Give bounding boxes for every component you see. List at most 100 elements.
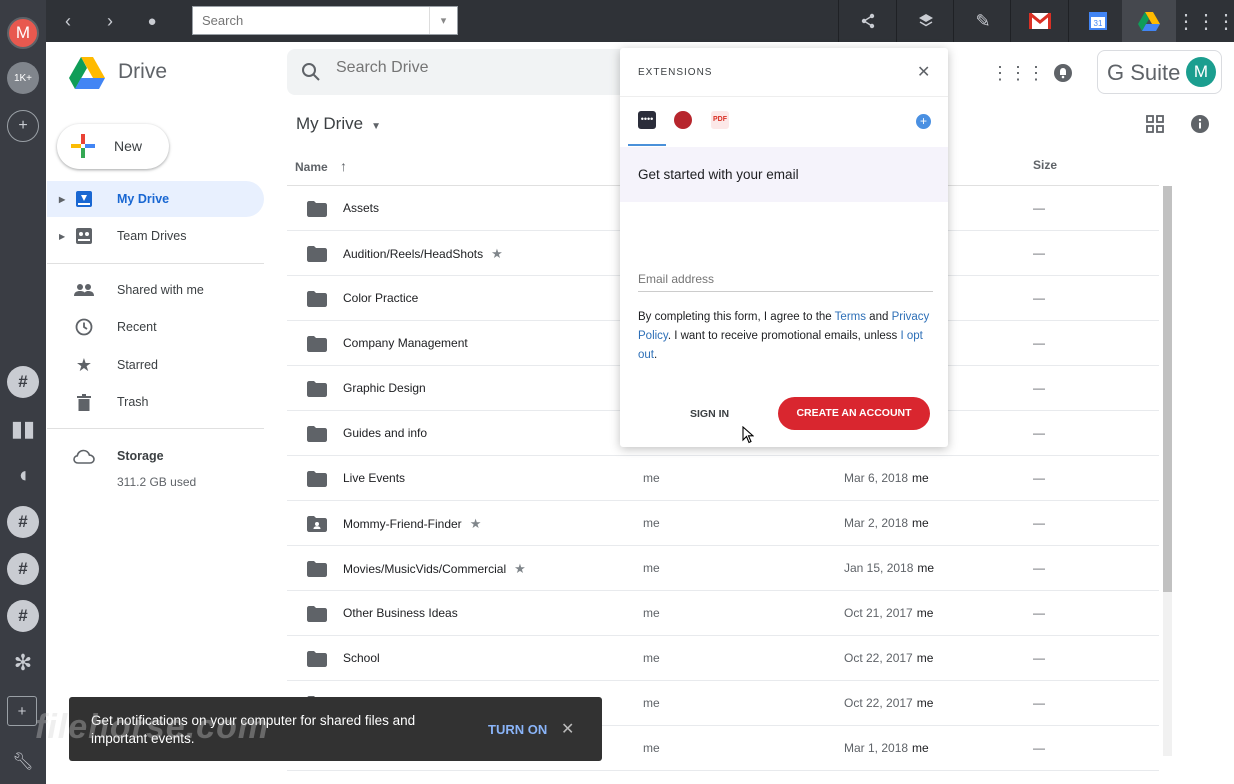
table-row[interactable]: Live Events me Mar 6, 2018 me —: [287, 456, 1159, 501]
sign-in-button[interactable]: SIGN IN: [690, 408, 729, 420]
calendar-icon[interactable]: 31: [1078, 0, 1118, 42]
caret-right-icon[interactable]: ▶: [59, 195, 65, 204]
last-modified: Mar 2, 2018 me: [844, 516, 929, 530]
gsuite-account[interactable]: G Suite M: [1097, 50, 1222, 94]
browser-search[interactable]: ▾: [192, 6, 458, 35]
my-drive-icon: [73, 188, 95, 210]
file-name[interactable]: Guides and info: [343, 426, 427, 440]
sidebar-item-starred[interactable]: ★ Starred: [47, 347, 264, 383]
file-name[interactable]: Color Practice: [343, 291, 418, 305]
apps-grid-icon[interactable]: ⋮⋮⋮: [991, 62, 1045, 84]
extension-tab-mail[interactable]: ••••: [638, 111, 656, 129]
app-dock: M 1K+ + # ▮▮ ◖ # # # ✻ + 🔧︎: [0, 0, 46, 784]
table-row[interactable]: Mommy-Friend-Finder ★ me Mar 2, 2018 me —: [287, 501, 1159, 546]
extension-tab-pdf[interactable]: PDF: [711, 111, 729, 129]
drive-app-icon[interactable]: [1122, 0, 1176, 42]
file-name[interactable]: Mommy-Friend-Finder ★: [343, 516, 481, 532]
sidebar-item-label: Team Drives: [117, 229, 187, 243]
terms-link[interactable]: Terms: [835, 311, 866, 323]
file-name[interactable]: Audition/Reels/HeadShots ★: [343, 246, 503, 262]
file-name[interactable]: Movies/MusicVids/Commercial ★: [343, 561, 526, 577]
sidebar-item-label: Storage: [117, 449, 164, 463]
account-avatar[interactable]: M: [7, 17, 39, 49]
divider: [47, 428, 264, 429]
cloud-icon: [73, 445, 95, 467]
sidebar-item-team-drives[interactable]: ▶ Team Drives: [47, 218, 264, 254]
notifications-icon[interactable]: [1052, 62, 1074, 84]
sidebar-item-label: Starred: [117, 358, 158, 372]
add-extension-icon[interactable]: +: [916, 114, 931, 129]
storage-used: 311.2 GB used: [117, 475, 197, 489]
owner: me: [643, 471, 660, 485]
trash-icon: [73, 391, 95, 413]
slack-icon-4[interactable]: #: [7, 600, 39, 632]
add-icon[interactable]: +: [7, 110, 39, 142]
file-name-text: School: [343, 651, 380, 665]
pencil-icon[interactable]: ✎: [963, 0, 1003, 42]
file-name[interactable]: Live Events: [343, 471, 405, 485]
legal-part: . I want to receive promotional emails, …: [667, 330, 901, 342]
sidebar-item-storage[interactable]: Storage: [47, 438, 264, 474]
patreon-icon[interactable]: ◖: [7, 459, 39, 491]
sidebar-item-recent[interactable]: Recent: [47, 309, 264, 345]
forward-icon[interactable]: ›: [98, 0, 122, 42]
table-row[interactable]: School me Oct 22, 2017 me —: [287, 636, 1159, 681]
file-name-text: Audition/Reels/HeadShots: [343, 247, 484, 261]
create-account-button[interactable]: CREATE AN ACCOUNT: [778, 397, 930, 430]
owner: me: [643, 696, 660, 710]
gmail-icon[interactable]: [1020, 0, 1060, 42]
file-size: —: [1033, 741, 1045, 755]
file-size: —: [1033, 696, 1045, 710]
modified-date: Mar 2, 2018: [844, 516, 909, 530]
sidebar-item-my-drive[interactable]: ▶ My Drive: [47, 181, 264, 217]
file-name[interactable]: Graphic Design: [343, 381, 426, 395]
column-header-size[interactable]: Size: [1033, 158, 1057, 172]
star-icon: ★: [514, 561, 526, 576]
modified-by: me: [912, 516, 929, 530]
folder-icon: [307, 471, 327, 487]
search-drive[interactable]: [287, 49, 647, 95]
divider: [1010, 0, 1011, 42]
file-name[interactable]: Company Management: [343, 336, 468, 350]
add-app-icon[interactable]: +: [7, 696, 37, 726]
table-row[interactable]: Movies/MusicVids/Commercial ★ me Jan 15, 20…: [287, 546, 1159, 591]
arrow-up-icon[interactable]: ↑: [340, 158, 347, 174]
page-title[interactable]: My Drive ▼: [296, 114, 381, 134]
slack-icon-3[interactable]: #: [7, 553, 39, 585]
slack-icon[interactable]: #: [7, 366, 39, 398]
grid-view-icon[interactable]: [1144, 113, 1166, 135]
layers-icon[interactable]: [906, 0, 946, 42]
file-name[interactable]: School: [343, 651, 380, 665]
search-drive-input[interactable]: [336, 59, 616, 77]
table-row[interactable]: Other Business Ideas me Oct 21, 2017 me —: [287, 591, 1159, 636]
profile-icon[interactable]: ●: [140, 0, 164, 42]
column-header-name[interactable]: Name ↑: [295, 158, 347, 174]
back-icon[interactable]: ‹: [56, 0, 80, 42]
share-icon[interactable]: [848, 0, 888, 42]
turn-on-button[interactable]: TURN ON: [488, 722, 547, 737]
apps-grid-icon[interactable]: ⋮⋮⋮: [1176, 0, 1234, 42]
puzzle-icon[interactable]: ✻: [7, 647, 39, 679]
sidebar-item-label: Trash: [117, 395, 149, 409]
new-button[interactable]: New: [57, 124, 169, 169]
slack-icon-2[interactable]: #: [7, 506, 39, 538]
modified-date: Oct 22, 2017: [844, 696, 913, 710]
email-field[interactable]: [638, 266, 933, 292]
wrench-icon[interactable]: 🔧︎: [7, 746, 39, 778]
sidebar-item-shared[interactable]: Shared with me: [47, 272, 264, 308]
info-icon[interactable]: [1189, 113, 1211, 135]
close-icon[interactable]: ✕: [561, 719, 574, 739]
browser-search-input[interactable]: [193, 7, 423, 34]
sidebar-item-trash[interactable]: Trash: [47, 384, 264, 420]
trello-icon[interactable]: ▮▮: [7, 413, 39, 445]
app-icon-1k[interactable]: 1K+: [7, 62, 39, 94]
caret-right-icon[interactable]: ▶: [59, 232, 65, 241]
file-size: —: [1033, 246, 1045, 260]
scrollbar-thumb[interactable]: [1163, 186, 1172, 592]
close-icon[interactable]: ✕: [917, 62, 930, 82]
extension-tab-red[interactable]: [674, 111, 692, 129]
file-name[interactable]: Other Business Ideas: [343, 606, 458, 620]
modified-date: Jan 15, 2018: [844, 561, 914, 575]
file-name[interactable]: Assets: [343, 201, 379, 215]
chevron-down-icon[interactable]: ▾: [429, 7, 457, 34]
